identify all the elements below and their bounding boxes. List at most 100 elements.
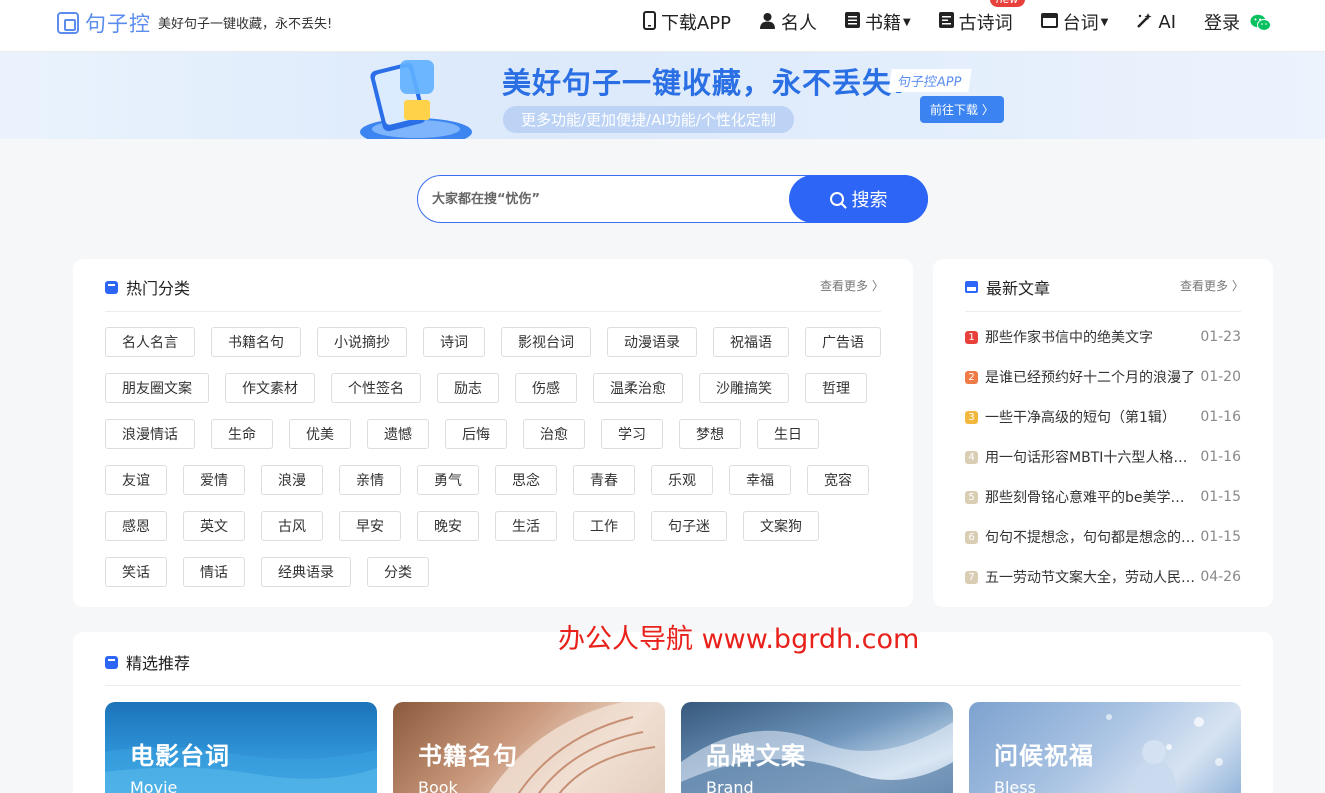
nav-download-app[interactable]: 下载APP bbox=[642, 9, 731, 35]
article-item[interactable]: 7 五一劳动节文案大全，劳动人民最光荣 04-26 bbox=[965, 567, 1241, 587]
article-item[interactable]: 2 是谁已经预约好十二个月的浪漫了 01-20 bbox=[965, 367, 1241, 387]
article-item[interactable]: 4 用一句话形容MBTI十六型人格的特点 01-16 bbox=[965, 447, 1241, 467]
hot-categories-title: 热门分类 bbox=[126, 279, 191, 298]
divider bbox=[105, 311, 881, 312]
category-tag[interactable]: 宽容 bbox=[807, 465, 869, 495]
category-tag[interactable]: 浪漫情话 bbox=[105, 419, 195, 449]
login-link[interactable]: 登录 bbox=[1204, 9, 1271, 35]
category-tag[interactable]: 思念 bbox=[495, 465, 557, 495]
featured-movie-lines[interactable]: 电影台词 Movie bbox=[105, 702, 377, 793]
category-tag[interactable]: 亲情 bbox=[339, 465, 401, 495]
category-tag[interactable]: 生活 bbox=[495, 511, 557, 541]
article-date: 01-23 bbox=[1200, 329, 1241, 345]
category-tag[interactable]: 作文素材 bbox=[225, 373, 315, 403]
category-tag[interactable]: 笑话 bbox=[105, 557, 167, 587]
category-tag[interactable]: 个性签名 bbox=[331, 373, 421, 403]
search-button[interactable]: 搜索 bbox=[789, 175, 928, 223]
watermark-text: 办公人导航 www.bgrdh.com bbox=[558, 624, 920, 655]
featured-greetings[interactable]: 问候祝福 Bless bbox=[969, 702, 1241, 793]
category-tag[interactable]: 学习 bbox=[601, 419, 663, 449]
category-tag[interactable]: 影视台词 bbox=[501, 327, 591, 357]
article-item[interactable]: 1 那些作家书信中的绝美文字 01-23 bbox=[965, 327, 1241, 347]
hot-categories-card: 热门分类 查看更多 〉 名人名言 书籍名句 小说摘抄 诗词 影视台词 动漫语录 祝福语 广告语… bbox=[73, 259, 913, 607]
nav-ancient-poems[interactable]: 古诗词 new bbox=[938, 0, 1025, 35]
banner-subtitle: 更多功能/更加便捷/AI功能/个性化定制 bbox=[503, 106, 794, 133]
article-item[interactable]: 5 那些刻骨铭心意难平的be美学句子 01-15 bbox=[965, 487, 1241, 507]
nav-lines[interactable]: 台词 ▼ bbox=[1040, 9, 1109, 35]
category-tag[interactable]: 浪漫 bbox=[261, 465, 323, 495]
category-tag[interactable]: 梦想 bbox=[679, 419, 741, 449]
divider bbox=[105, 685, 1241, 686]
category-tag[interactable]: 名人名言 bbox=[105, 327, 195, 357]
category-tag[interactable]: 情话 bbox=[183, 557, 245, 587]
latest-articles-more-link[interactable]: 查看更多 〉 bbox=[1180, 277, 1244, 294]
category-tag[interactable]: 经典语录 bbox=[261, 557, 351, 587]
search-input[interactable] bbox=[432, 176, 792, 222]
category-tag[interactable]: 文案狗 bbox=[743, 511, 819, 541]
category-tag[interactable]: 广告语 bbox=[805, 327, 881, 357]
article-title[interactable]: 那些刻骨铭心意难平的be美学句子 bbox=[985, 487, 1195, 507]
category-tag[interactable]: 小说摘抄 bbox=[317, 327, 407, 357]
category-tag[interactable]: 勇气 bbox=[417, 465, 479, 495]
category-tag[interactable]: 英文 bbox=[183, 511, 245, 541]
app-download-banner[interactable]: 美好句子一键收藏，永不丢失! 更多功能/更加便捷/AI功能/个性化定制 句子控A… bbox=[0, 52, 1325, 139]
latest-articles-header: 最新文章 bbox=[965, 275, 1050, 299]
category-tag[interactable]: 句子迷 bbox=[651, 511, 727, 541]
category-tag[interactable]: 爱情 bbox=[183, 465, 245, 495]
category-tag[interactable]: 沙雕搞笑 bbox=[699, 373, 789, 403]
category-tag[interactable]: 生命 bbox=[211, 419, 273, 449]
category-tag[interactable]: 友谊 bbox=[105, 465, 167, 495]
category-tag[interactable]: 工作 bbox=[573, 511, 635, 541]
poem-icon bbox=[938, 12, 954, 32]
wechat-icon[interactable] bbox=[1250, 14, 1271, 31]
category-tag[interactable]: 治愈 bbox=[523, 419, 585, 449]
category-tag[interactable]: 分类 bbox=[367, 557, 429, 587]
category-tag[interactable]: 诗词 bbox=[423, 327, 485, 357]
category-tag[interactable]: 温柔治愈 bbox=[593, 373, 683, 403]
category-tag[interactable]: 感恩 bbox=[105, 511, 167, 541]
article-title[interactable]: 一些干净高级的短句（第1辑） bbox=[985, 407, 1195, 427]
category-tag[interactable]: 动漫语录 bbox=[607, 327, 697, 357]
category-tag[interactable]: 幸福 bbox=[729, 465, 791, 495]
article-title[interactable]: 是谁已经预约好十二个月的浪漫了 bbox=[985, 367, 1195, 387]
site-logo[interactable]: 句子控 bbox=[57, 8, 151, 38]
featured-book-quotes[interactable]: 书籍名句 Book bbox=[393, 702, 665, 793]
nav-ai[interactable]: AI bbox=[1136, 12, 1176, 33]
nav-celebrities[interactable]: 名人 bbox=[759, 9, 817, 35]
category-tag[interactable]: 生日 bbox=[757, 419, 819, 449]
category-tag[interactable]: 古风 bbox=[261, 511, 323, 541]
rank-badge: 2 bbox=[965, 370, 978, 384]
featured-card-en: Bless bbox=[994, 778, 1036, 793]
article-title[interactable]: 那些作家书信中的绝美文字 bbox=[985, 327, 1195, 347]
article-item[interactable]: 6 句句不提想念，句句都是想念的句子 01-15 bbox=[965, 527, 1241, 547]
featured-card-en: Brand bbox=[706, 778, 754, 793]
caret-down-icon: ▼ bbox=[1100, 16, 1109, 28]
article-item[interactable]: 3 一些干净高级的短句（第1辑） 01-16 bbox=[965, 407, 1241, 427]
article-title[interactable]: 用一句话形容MBTI十六型人格的特点 bbox=[985, 447, 1195, 467]
hot-categories-more-link[interactable]: 查看更多 〉 bbox=[820, 277, 884, 294]
category-tag[interactable]: 晚安 bbox=[417, 511, 479, 541]
article-title[interactable]: 句句不提想念，句句都是想念的句子 bbox=[985, 527, 1195, 547]
category-tag[interactable]: 早安 bbox=[339, 511, 401, 541]
banner-title: 美好句子一键收藏，永不丢失! bbox=[502, 66, 907, 100]
category-tag[interactable]: 优美 bbox=[289, 419, 351, 449]
category-tag[interactable]: 祝福语 bbox=[713, 327, 789, 357]
category-tag[interactable]: 乐观 bbox=[651, 465, 713, 495]
category-tag[interactable]: 青春 bbox=[573, 465, 635, 495]
category-tag[interactable]: 励志 bbox=[437, 373, 499, 403]
new-badge: new bbox=[989, 0, 1025, 7]
article-title[interactable]: 五一劳动节文案大全，劳动人民最光荣 bbox=[985, 567, 1195, 587]
search-icon bbox=[829, 192, 844, 206]
top-nav: 下载APP 名人 书籍 ▼ 古诗词 new 台词 ▼ bbox=[615, 0, 1271, 44]
category-tag[interactable]: 书籍名句 bbox=[211, 327, 301, 357]
category-tag[interactable]: 伤感 bbox=[515, 373, 577, 403]
category-tag[interactable]: 遗憾 bbox=[367, 419, 429, 449]
featured-brand-copy[interactable]: 品牌文案 Brand bbox=[681, 702, 953, 793]
category-tag[interactable]: 后悔 bbox=[445, 419, 507, 449]
category-tag[interactable]: 朋友圈文案 bbox=[105, 373, 209, 403]
featured-icon bbox=[105, 655, 118, 669]
nav-books[interactable]: 书籍 ▼ bbox=[844, 9, 911, 35]
download-now-button[interactable]: 前往下载 〉 bbox=[920, 96, 1004, 123]
category-tag[interactable]: 哲理 bbox=[805, 373, 867, 403]
banner-app-label: 句子控APP bbox=[888, 69, 972, 92]
